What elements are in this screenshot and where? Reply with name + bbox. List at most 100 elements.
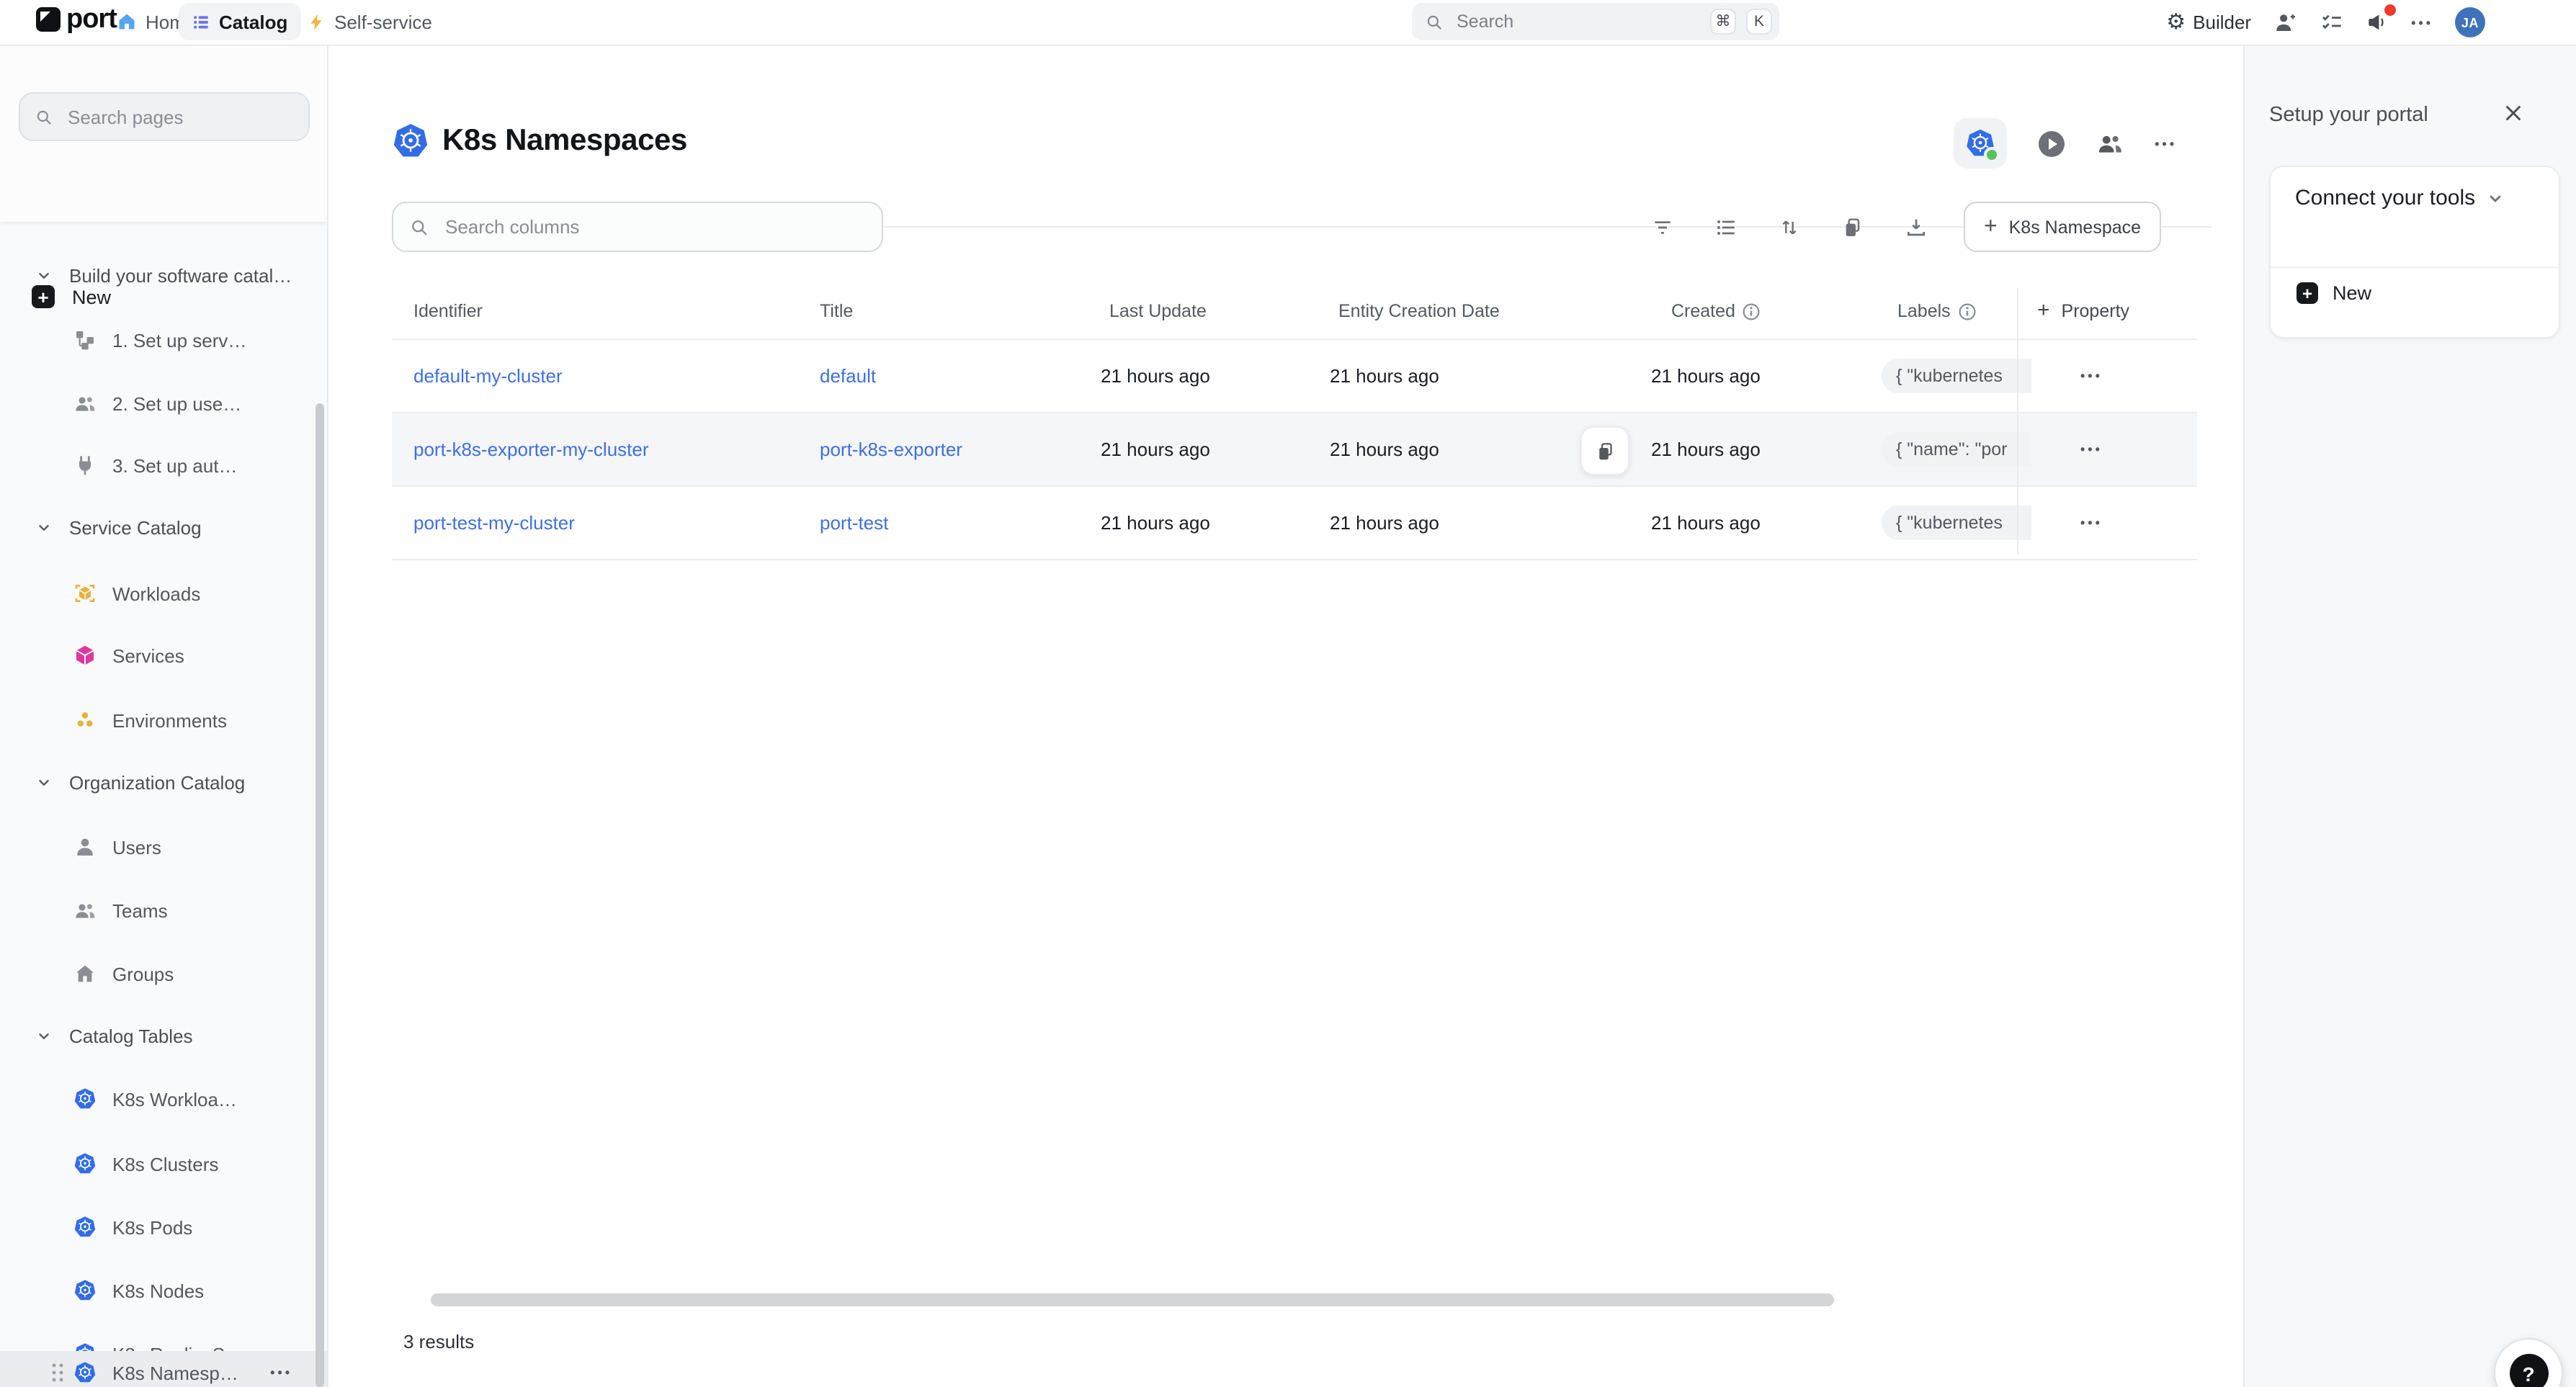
labels-chip[interactable]: { "kubernetes [1882,506,2031,540]
cell-identifier-link[interactable]: port-test-my-cluster [413,512,575,534]
setup-card: Connect your tools + New [2269,166,2560,338]
filter-icon [1651,215,1674,238]
table-row[interactable]: port-k8s-exporter-my-cluster port-k8s-ex… [392,413,2197,487]
drag-handle-icon[interactable] [50,1363,65,1383]
sidebar-item-k8s-clusters[interactable]: K8s Clusters [0,1142,327,1185]
search-columns-input[interactable] [442,215,866,239]
info-icon[interactable] [1958,302,1977,320]
sidebar-item-groups[interactable]: Groups [0,952,327,995]
people-icon [73,899,97,922]
sidebar-item-workloads[interactable]: Workloads [0,572,327,615]
row-menu-button[interactable]: ••• [2080,369,2103,383]
add-property-button[interactable]: + Property [2037,300,2129,321]
copy-table-button[interactable] [1841,215,1864,238]
item-label: K8s Nodes [112,1280,204,1301]
labels-chip[interactable]: { "name": "por [1882,432,2031,467]
sidebar-item-k8s-namespaces[interactable]: K8s Namesp… ••• [0,1351,327,1387]
tab-self-service-label: Self-service [334,11,432,32]
cell-entity-creation-date: 21 hours ago [1330,439,1439,460]
sidebar-item-setup-users[interactable]: 2. Set up use… [0,382,327,425]
cell-created: 21 hours ago [1651,439,1761,460]
cell-entity-creation-date: 21 hours ago [1330,512,1439,534]
item-label: Groups [112,963,174,984]
play-button[interactable] [2038,130,2064,156]
permissions-button[interactable] [2096,130,2123,157]
search-columns[interactable] [392,202,883,252]
group-by-button[interactable] [1714,215,1738,238]
labels-chip[interactable]: { "kubernetes [1882,359,2031,393]
tasks-button[interactable] [2319,10,2343,35]
table-toolbar [1651,202,1928,252]
sidebar-item-k8s-nodes[interactable]: K8s Nodes [0,1269,327,1312]
row-menu-button[interactable]: ••• [2080,516,2103,530]
sidebar-item-services[interactable]: Services [0,634,327,677]
sidebar-section-organization-catalog[interactable]: Organization Catalog [0,760,327,804]
sidebar-item-setup-service[interactable]: 1. Set up serv… [0,318,327,362]
item-label: 3. Set up aut… [112,454,237,476]
page-kubernetes-icon [392,122,429,160]
global-search-input[interactable] [1454,10,1700,33]
page-more-menu[interactable]: ••• [2155,136,2177,151]
close-panel-button[interactable] [2503,102,2524,124]
sidebar-item-environments[interactable]: Environments [0,699,327,742]
item-label: K8s Clusters [112,1153,218,1175]
table-header: Identifier Title Last Update Entity Crea… [392,288,2197,340]
sidebar-section-build-catalog[interactable]: Build your software catal… [0,253,327,297]
sidebar-item-k8s-workloads[interactable]: K8s Workloa… [0,1077,327,1121]
column-header-identifier[interactable]: Identifier [413,301,483,321]
kubernetes-icon [73,1087,97,1110]
column-header-created[interactable]: Created [1671,301,1761,321]
copy-value-button[interactable] [1580,426,1629,475]
table-row[interactable]: default-my-cluster default 21 hours ago … [392,340,2197,413]
invite-user-button[interactable] [2273,10,2297,35]
data-source-status-button[interactable] [1953,118,2006,169]
tab-catalog[interactable]: Catalog [179,3,300,40]
sidebar-item-k8s-pods[interactable]: K8s Pods [0,1206,327,1249]
sidebar-section-service-catalog[interactable]: Service Catalog [0,506,327,549]
section-label: Catalog Tables [69,1025,193,1046]
horizontal-scrollbar[interactable] [431,1293,1834,1306]
item-menu-button[interactable]: ••• [270,1365,292,1380]
sidebar-search-input[interactable] [65,104,294,129]
cell-entity-creation-date: 21 hours ago [1330,365,1439,387]
add-k8s-namespace-button[interactable]: + K8s Namespace [1964,202,2161,252]
divider [2271,266,2559,268]
column-header-labels[interactable]: Labels [1897,301,1977,321]
announcements-button[interactable] [2365,10,2389,35]
info-icon[interactable] [1743,302,1761,320]
column-header-entity-creation-date[interactable]: Entity Creation Date [1338,301,1500,321]
sidebar-item-teams[interactable]: Teams [0,889,327,932]
app-window: port Home Catalog Self-service ⌘ K ⚙ [0,0,2576,1387]
more-menu-button[interactable]: ••• [2411,15,2433,30]
chevron-down-icon [36,774,52,790]
sidebar-section-catalog-tables[interactable]: Catalog Tables [0,1014,327,1057]
cell-title-link[interactable]: port-test [820,512,888,534]
tab-self-service[interactable]: Self-service [294,3,445,40]
plug-icon [73,454,97,477]
table-row[interactable]: port-test-my-cluster port-test 21 hours … [392,487,2197,560]
sort-button[interactable] [1778,215,1801,238]
connect-tools-accordion[interactable]: Connect your tools [2295,186,2504,210]
download-button[interactable] [1905,215,1928,238]
row-menu-button[interactable]: ••• [2080,442,2103,457]
global-search[interactable]: ⌘ K [1412,3,1779,40]
builder-button[interactable]: ⚙ Builder [2166,12,2251,33]
sidebar-item-setup-automations[interactable]: 3. Set up aut… [0,444,327,487]
cell-identifier-link[interactable]: port-k8s-exporter-my-cluster [413,439,649,460]
people-icon [2096,130,2123,157]
user-avatar[interactable]: JA [2455,7,2485,37]
ellipsis-icon: ••• [2411,15,2433,30]
cell-title-link[interactable]: default [820,365,876,387]
column-header-last-update[interactable]: Last Update [1109,301,1207,321]
sidebar-scrollbar[interactable] [316,403,324,1387]
filter-button[interactable] [1651,215,1674,238]
column-header-title[interactable]: Title [820,301,853,321]
cell-identifier-link[interactable]: default-my-cluster [413,365,563,387]
kubernetes-icon [73,1152,97,1175]
section-label: Organization Catalog [69,771,245,793]
panel-new-button[interactable]: + New [2297,282,2371,304]
cell-title-link[interactable]: port-k8s-exporter [820,439,962,460]
house-icon [73,962,97,985]
sidebar-search[interactable] [19,92,310,141]
sidebar-item-users[interactable]: Users [0,825,327,868]
